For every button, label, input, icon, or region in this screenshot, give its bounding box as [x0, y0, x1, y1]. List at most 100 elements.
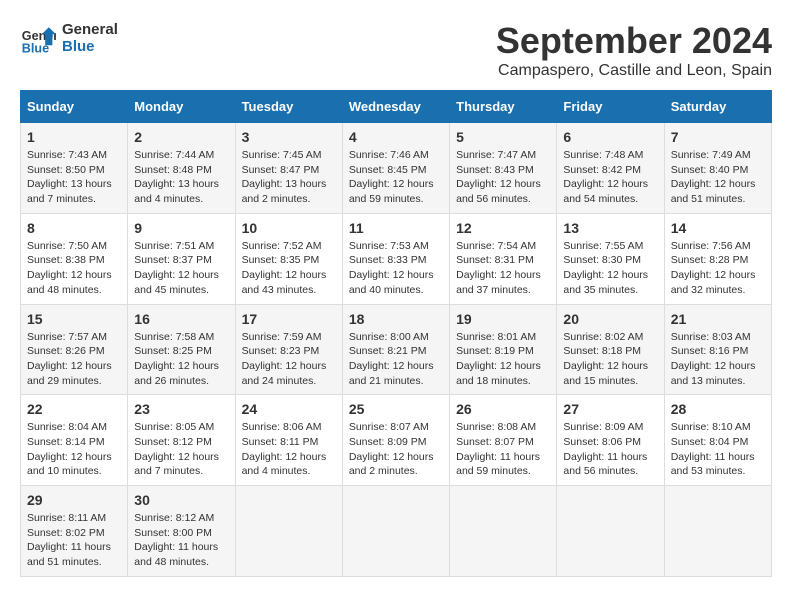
day-number: 21 [671, 311, 765, 327]
day-info: Sunrise: 8:01 AM Sunset: 8:19 PM Dayligh… [456, 330, 550, 389]
day-info: Sunrise: 7:52 AM Sunset: 8:35 PM Dayligh… [242, 239, 336, 298]
day-info: Sunrise: 8:08 AM Sunset: 8:07 PM Dayligh… [456, 420, 550, 479]
day-number: 24 [242, 401, 336, 417]
day-cell: 15 Sunrise: 7:57 AM Sunset: 8:26 PM Dayl… [21, 304, 128, 395]
day-info: Sunrise: 7:54 AM Sunset: 8:31 PM Dayligh… [456, 239, 550, 298]
col-monday: Monday [128, 91, 235, 123]
day-number: 14 [671, 220, 765, 236]
day-info: Sunrise: 7:50 AM Sunset: 8:38 PM Dayligh… [27, 239, 121, 298]
day-number: 20 [563, 311, 657, 327]
day-info: Sunrise: 7:57 AM Sunset: 8:26 PM Dayligh… [27, 330, 121, 389]
day-info: Sunrise: 7:46 AM Sunset: 8:45 PM Dayligh… [349, 148, 443, 207]
logo-icon: General Blue [20, 20, 56, 56]
day-cell: 5 Sunrise: 7:47 AM Sunset: 8:43 PM Dayli… [450, 123, 557, 214]
day-info: Sunrise: 7:47 AM Sunset: 8:43 PM Dayligh… [456, 148, 550, 207]
day-cell: 14 Sunrise: 7:56 AM Sunset: 8:28 PM Dayl… [664, 213, 771, 304]
day-cell [557, 486, 664, 577]
day-info: Sunrise: 7:49 AM Sunset: 8:40 PM Dayligh… [671, 148, 765, 207]
logo-blue: Blue [62, 38, 118, 55]
logo: General Blue General Blue [20, 20, 118, 56]
day-number: 12 [456, 220, 550, 236]
day-cell [342, 486, 449, 577]
header: General Blue General Blue September 2024… [20, 20, 772, 80]
day-cell: 18 Sunrise: 8:00 AM Sunset: 8:21 PM Dayl… [342, 304, 449, 395]
day-number: 28 [671, 401, 765, 417]
day-number: 23 [134, 401, 228, 417]
day-info: Sunrise: 7:51 AM Sunset: 8:37 PM Dayligh… [134, 239, 228, 298]
day-cell: 1 Sunrise: 7:43 AM Sunset: 8:50 PM Dayli… [21, 123, 128, 214]
day-info: Sunrise: 8:00 AM Sunset: 8:21 PM Dayligh… [349, 330, 443, 389]
day-number: 22 [27, 401, 121, 417]
calendar-table: Sunday Monday Tuesday Wednesday Thursday… [20, 90, 772, 577]
day-info: Sunrise: 7:58 AM Sunset: 8:25 PM Dayligh… [134, 330, 228, 389]
day-cell: 13 Sunrise: 7:55 AM Sunset: 8:30 PM Dayl… [557, 213, 664, 304]
day-cell: 10 Sunrise: 7:52 AM Sunset: 8:35 PM Dayl… [235, 213, 342, 304]
day-cell: 20 Sunrise: 8:02 AM Sunset: 8:18 PM Dayl… [557, 304, 664, 395]
day-info: Sunrise: 7:53 AM Sunset: 8:33 PM Dayligh… [349, 239, 443, 298]
day-info: Sunrise: 8:03 AM Sunset: 8:16 PM Dayligh… [671, 330, 765, 389]
day-cell: 27 Sunrise: 8:09 AM Sunset: 8:06 PM Dayl… [557, 395, 664, 486]
month-title: September 2024 [496, 20, 772, 62]
day-number: 29 [27, 492, 121, 508]
day-number: 26 [456, 401, 550, 417]
day-cell: 19 Sunrise: 8:01 AM Sunset: 8:19 PM Dayl… [450, 304, 557, 395]
day-cell [450, 486, 557, 577]
col-thursday: Thursday [450, 91, 557, 123]
title-area: September 2024 Campaspero, Castille and … [496, 20, 772, 80]
header-row: Sunday Monday Tuesday Wednesday Thursday… [21, 91, 772, 123]
day-info: Sunrise: 7:56 AM Sunset: 8:28 PM Dayligh… [671, 239, 765, 298]
day-cell [235, 486, 342, 577]
day-cell: 9 Sunrise: 7:51 AM Sunset: 8:37 PM Dayli… [128, 213, 235, 304]
location-title: Campaspero, Castille and Leon, Spain [496, 62, 772, 80]
day-cell: 3 Sunrise: 7:45 AM Sunset: 8:47 PM Dayli… [235, 123, 342, 214]
day-number: 27 [563, 401, 657, 417]
day-number: 4 [349, 129, 443, 145]
day-info: Sunrise: 7:59 AM Sunset: 8:23 PM Dayligh… [242, 330, 336, 389]
day-number: 17 [242, 311, 336, 327]
day-info: Sunrise: 7:44 AM Sunset: 8:48 PM Dayligh… [134, 148, 228, 207]
week-row-5: 29 Sunrise: 8:11 AM Sunset: 8:02 PM Dayl… [21, 486, 772, 577]
day-number: 1 [27, 129, 121, 145]
day-number: 15 [27, 311, 121, 327]
day-number: 16 [134, 311, 228, 327]
day-info: Sunrise: 8:10 AM Sunset: 8:04 PM Dayligh… [671, 420, 765, 479]
day-info: Sunrise: 8:05 AM Sunset: 8:12 PM Dayligh… [134, 420, 228, 479]
day-cell: 21 Sunrise: 8:03 AM Sunset: 8:16 PM Dayl… [664, 304, 771, 395]
day-info: Sunrise: 7:45 AM Sunset: 8:47 PM Dayligh… [242, 148, 336, 207]
day-info: Sunrise: 7:43 AM Sunset: 8:50 PM Dayligh… [27, 148, 121, 207]
day-number: 11 [349, 220, 443, 236]
col-sunday: Sunday [21, 91, 128, 123]
day-info: Sunrise: 8:07 AM Sunset: 8:09 PM Dayligh… [349, 420, 443, 479]
day-number: 8 [27, 220, 121, 236]
col-wednesday: Wednesday [342, 91, 449, 123]
day-number: 13 [563, 220, 657, 236]
day-cell: 25 Sunrise: 8:07 AM Sunset: 8:09 PM Dayl… [342, 395, 449, 486]
day-cell: 23 Sunrise: 8:05 AM Sunset: 8:12 PM Dayl… [128, 395, 235, 486]
day-cell: 11 Sunrise: 7:53 AM Sunset: 8:33 PM Dayl… [342, 213, 449, 304]
day-cell: 30 Sunrise: 8:12 AM Sunset: 8:00 PM Dayl… [128, 486, 235, 577]
week-row-4: 22 Sunrise: 8:04 AM Sunset: 8:14 PM Dayl… [21, 395, 772, 486]
day-number: 6 [563, 129, 657, 145]
day-number: 19 [456, 311, 550, 327]
day-number: 25 [349, 401, 443, 417]
logo-general: General [62, 21, 118, 38]
day-info: Sunrise: 8:09 AM Sunset: 8:06 PM Dayligh… [563, 420, 657, 479]
day-number: 18 [349, 311, 443, 327]
day-cell: 16 Sunrise: 7:58 AM Sunset: 8:25 PM Dayl… [128, 304, 235, 395]
day-cell: 22 Sunrise: 8:04 AM Sunset: 8:14 PM Dayl… [21, 395, 128, 486]
day-number: 3 [242, 129, 336, 145]
day-number: 5 [456, 129, 550, 145]
day-cell: 24 Sunrise: 8:06 AM Sunset: 8:11 PM Dayl… [235, 395, 342, 486]
day-cell: 7 Sunrise: 7:49 AM Sunset: 8:40 PM Dayli… [664, 123, 771, 214]
day-info: Sunrise: 8:02 AM Sunset: 8:18 PM Dayligh… [563, 330, 657, 389]
day-cell: 12 Sunrise: 7:54 AM Sunset: 8:31 PM Dayl… [450, 213, 557, 304]
day-cell: 29 Sunrise: 8:11 AM Sunset: 8:02 PM Dayl… [21, 486, 128, 577]
day-number: 2 [134, 129, 228, 145]
day-info: Sunrise: 8:06 AM Sunset: 8:11 PM Dayligh… [242, 420, 336, 479]
day-cell: 17 Sunrise: 7:59 AM Sunset: 8:23 PM Dayl… [235, 304, 342, 395]
day-cell: 6 Sunrise: 7:48 AM Sunset: 8:42 PM Dayli… [557, 123, 664, 214]
col-friday: Friday [557, 91, 664, 123]
week-row-1: 1 Sunrise: 7:43 AM Sunset: 8:50 PM Dayli… [21, 123, 772, 214]
svg-text:Blue: Blue [22, 41, 49, 55]
col-saturday: Saturday [664, 91, 771, 123]
